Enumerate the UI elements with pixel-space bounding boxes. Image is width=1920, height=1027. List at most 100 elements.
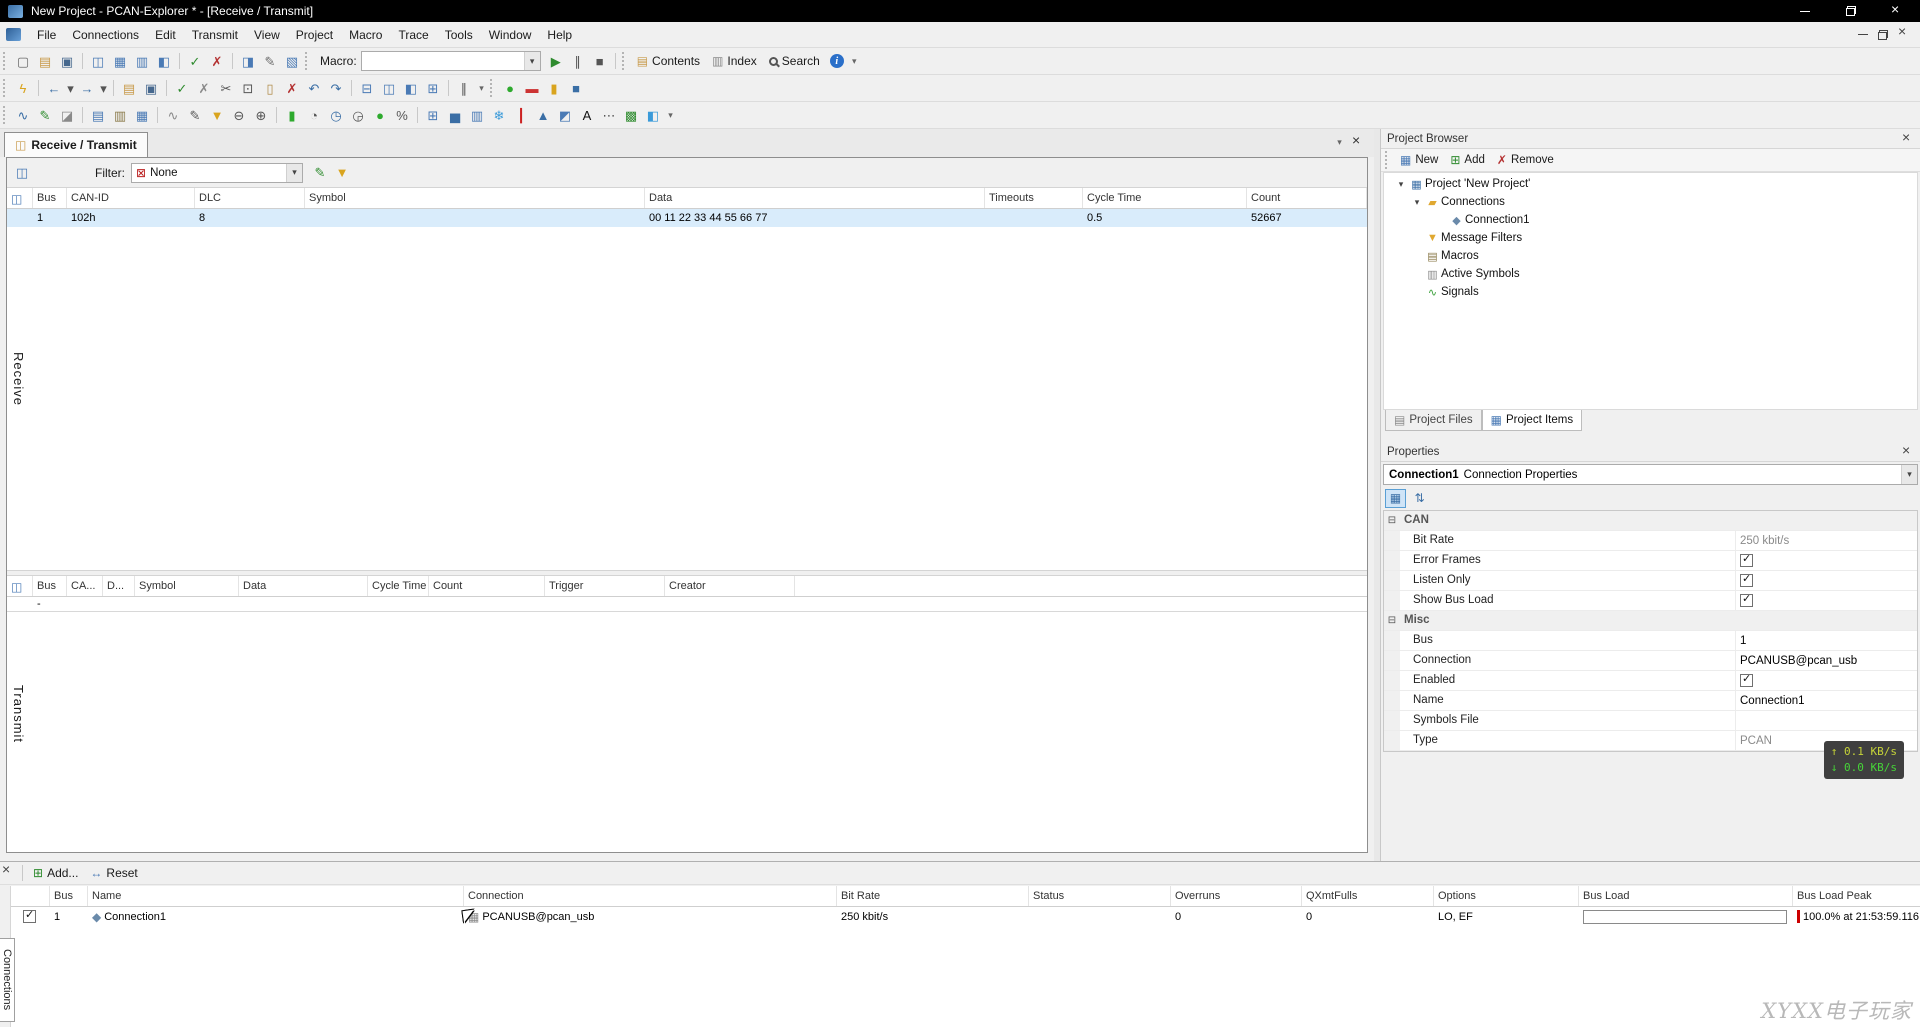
category-expander[interactable] xyxy=(1384,631,1400,650)
checkbox-icon[interactable] xyxy=(1740,572,1753,587)
menu-item[interactable]: Trace xyxy=(390,24,436,46)
column-header[interactable]: Count xyxy=(1247,188,1367,208)
column-header[interactable]: Bus Load Peak xyxy=(1793,886,1920,906)
property-value[interactable] xyxy=(1736,551,1917,570)
info-button[interactable]: i xyxy=(826,50,848,72)
menu-item[interactable]: Macro xyxy=(341,24,390,46)
zoom-out-icon[interactable]: ⊖ xyxy=(228,104,250,126)
check-map-icon[interactable]: ✓ xyxy=(184,50,206,72)
property-name[interactable]: Name Connection1 xyxy=(1384,691,1917,711)
cancel-icon[interactable]: ✗ xyxy=(206,50,228,72)
symbolic-view-icon[interactable]: ▥ xyxy=(131,50,153,72)
tree-item-connection1[interactable]: ◆ Connection1 xyxy=(1384,211,1917,229)
category-misc[interactable]: ⊟ Misc xyxy=(1384,611,1917,631)
line-chart-icon[interactable]: ∿ xyxy=(12,104,34,126)
mdi-minimize-button[interactable] xyxy=(1858,34,1868,35)
column-header[interactable]: Creator xyxy=(665,576,795,596)
tree-item-project[interactable]: ▾ ▦ Project 'New Project' xyxy=(1384,175,1917,193)
property-error-frames[interactable]: Error Frames xyxy=(1384,551,1917,571)
menu-item[interactable]: File xyxy=(29,24,64,46)
new-icon[interactable]: ▢ xyxy=(12,50,34,72)
close-panel-icon[interactable] xyxy=(1902,442,1914,458)
column-header[interactable]: Symbol xyxy=(305,188,645,208)
object-selector-combobox[interactable]: Connection1 Connection Properties xyxy=(1383,464,1918,485)
clock-icon[interactable]: ◷ xyxy=(325,104,347,126)
toolbar-grip[interactable] xyxy=(621,52,628,70)
apply-icon[interactable]: ✓ xyxy=(171,77,193,99)
cursor-line-icon[interactable]: ┃ xyxy=(510,104,532,126)
stop-macro-icon[interactable]: ■ xyxy=(589,50,611,72)
close-panel-icon[interactable] xyxy=(2,861,18,881)
forward-chevron-icon[interactable]: ▾ xyxy=(98,77,109,99)
new-transmit-message-icon[interactable]: ◨ xyxy=(237,50,259,72)
category-expander[interactable] xyxy=(1384,571,1400,590)
stopwatch-icon[interactable]: ◶ xyxy=(347,104,369,126)
property-symbols-file[interactable]: Symbols File xyxy=(1384,711,1917,731)
back-chevron-icon[interactable]: ▾ xyxy=(65,77,76,99)
expander-icon[interactable]: ▾ xyxy=(1394,179,1408,190)
tree-item-signals[interactable]: ∿ Signals xyxy=(1384,283,1917,301)
search-button[interactable]: Search xyxy=(763,51,826,71)
delete-icon[interactable]: ✗ xyxy=(281,77,303,99)
discard-icon[interactable]: ✗ xyxy=(193,77,215,99)
property-value[interactable]: PCANUSB@pcan_usb xyxy=(1736,651,1917,670)
category-expander[interactable] xyxy=(1384,731,1400,750)
macro-combobox[interactable] xyxy=(360,51,541,71)
toolbar-overflow-icon[interactable] xyxy=(664,104,677,126)
copy-icon[interactable]: ⊡ xyxy=(237,77,259,99)
toolbar-overflow-icon[interactable] xyxy=(848,50,861,72)
receive-message-row[interactable]: 1 102h 8 00 11 22 33 44 55 66 77 0.5 526… xyxy=(7,209,1367,227)
select-column-header[interactable]: ◫ xyxy=(7,576,33,596)
panel-splitter[interactable] xyxy=(1381,432,1920,442)
chevron-down-icon[interactable] xyxy=(523,52,540,70)
connection-enabled-checkbox[interactable] xyxy=(23,910,36,923)
undo-icon[interactable]: ↶ xyxy=(303,77,325,99)
level-meter-icon[interactable]: ▮ xyxy=(281,104,303,126)
pen-icon[interactable]: ✎ xyxy=(184,104,206,126)
bold-text-icon[interactable]: A xyxy=(576,104,598,126)
window-list-icon[interactable] xyxy=(1333,131,1346,153)
apply-filter-icon[interactable]: ▼ xyxy=(331,162,353,184)
connect-icon[interactable]: ϟ xyxy=(12,77,34,99)
start-icon[interactable]: ● xyxy=(369,104,391,126)
column-header[interactable]: Symbol xyxy=(135,576,239,596)
menu-item[interactable]: Window xyxy=(481,24,540,46)
column-header[interactable]: Count xyxy=(429,576,545,596)
open-icon[interactable]: ▤ xyxy=(34,50,56,72)
toolbar-grip[interactable] xyxy=(305,52,311,70)
column-header[interactable]: Bus xyxy=(50,886,88,906)
property-value[interactable] xyxy=(1736,591,1917,610)
export-icon[interactable]: ▣ xyxy=(140,77,162,99)
select-column-header[interactable]: ◫ xyxy=(7,188,33,208)
column-header[interactable]: Data xyxy=(645,188,985,208)
remove-button[interactable]: ✗ Remove xyxy=(1491,151,1560,169)
add-page-icon[interactable]: ⊞ xyxy=(422,104,444,126)
category-expander[interactable] xyxy=(1384,691,1400,710)
single-shot-icon[interactable]: ■ xyxy=(565,77,587,99)
alphabetical-button[interactable]: ⇅ xyxy=(1409,489,1430,508)
column-header[interactable]: Overruns xyxy=(1171,886,1302,906)
toolbar-grip[interactable] xyxy=(1385,151,1391,169)
column-header[interactable]: Bus xyxy=(33,188,67,208)
column-header[interactable]: Data xyxy=(239,576,368,596)
column-header[interactable]: Cycle Time xyxy=(1083,188,1247,208)
marker-icon[interactable]: ▼ xyxy=(206,104,228,126)
forward-icon[interactable]: → xyxy=(76,77,98,99)
percent-icon[interactable]: % xyxy=(391,104,413,126)
add-button[interactable]: ⊞ Add xyxy=(1444,151,1491,169)
clear-list-icon[interactable]: ▧ xyxy=(281,50,303,72)
split-view-icon[interactable]: ◧ xyxy=(153,50,175,72)
checkbox-icon[interactable] xyxy=(1740,672,1753,687)
new-transmit-row[interactable]: - xyxy=(7,597,1367,612)
close-panel-icon[interactable] xyxy=(1902,129,1914,145)
redo-icon[interactable]: ↷ xyxy=(325,77,347,99)
menu-item[interactable]: Transmit xyxy=(184,24,246,46)
new-window-icon[interactable]: ⊞ xyxy=(422,77,444,99)
tab-project-items[interactable]: ▦ Project Items xyxy=(1481,410,1583,431)
cascade-windows-icon[interactable]: ◧ xyxy=(400,77,422,99)
edit-chart-icon[interactable]: ✎ xyxy=(34,104,56,126)
record-icon[interactable]: ● xyxy=(499,77,521,99)
close-button[interactable] xyxy=(1874,0,1920,22)
connection-row[interactable]: 1 ◆ Connection1 ▦ PCANUSB@pcan_usb 250 k… xyxy=(11,907,1920,926)
save-icon[interactable]: ▣ xyxy=(56,50,78,72)
